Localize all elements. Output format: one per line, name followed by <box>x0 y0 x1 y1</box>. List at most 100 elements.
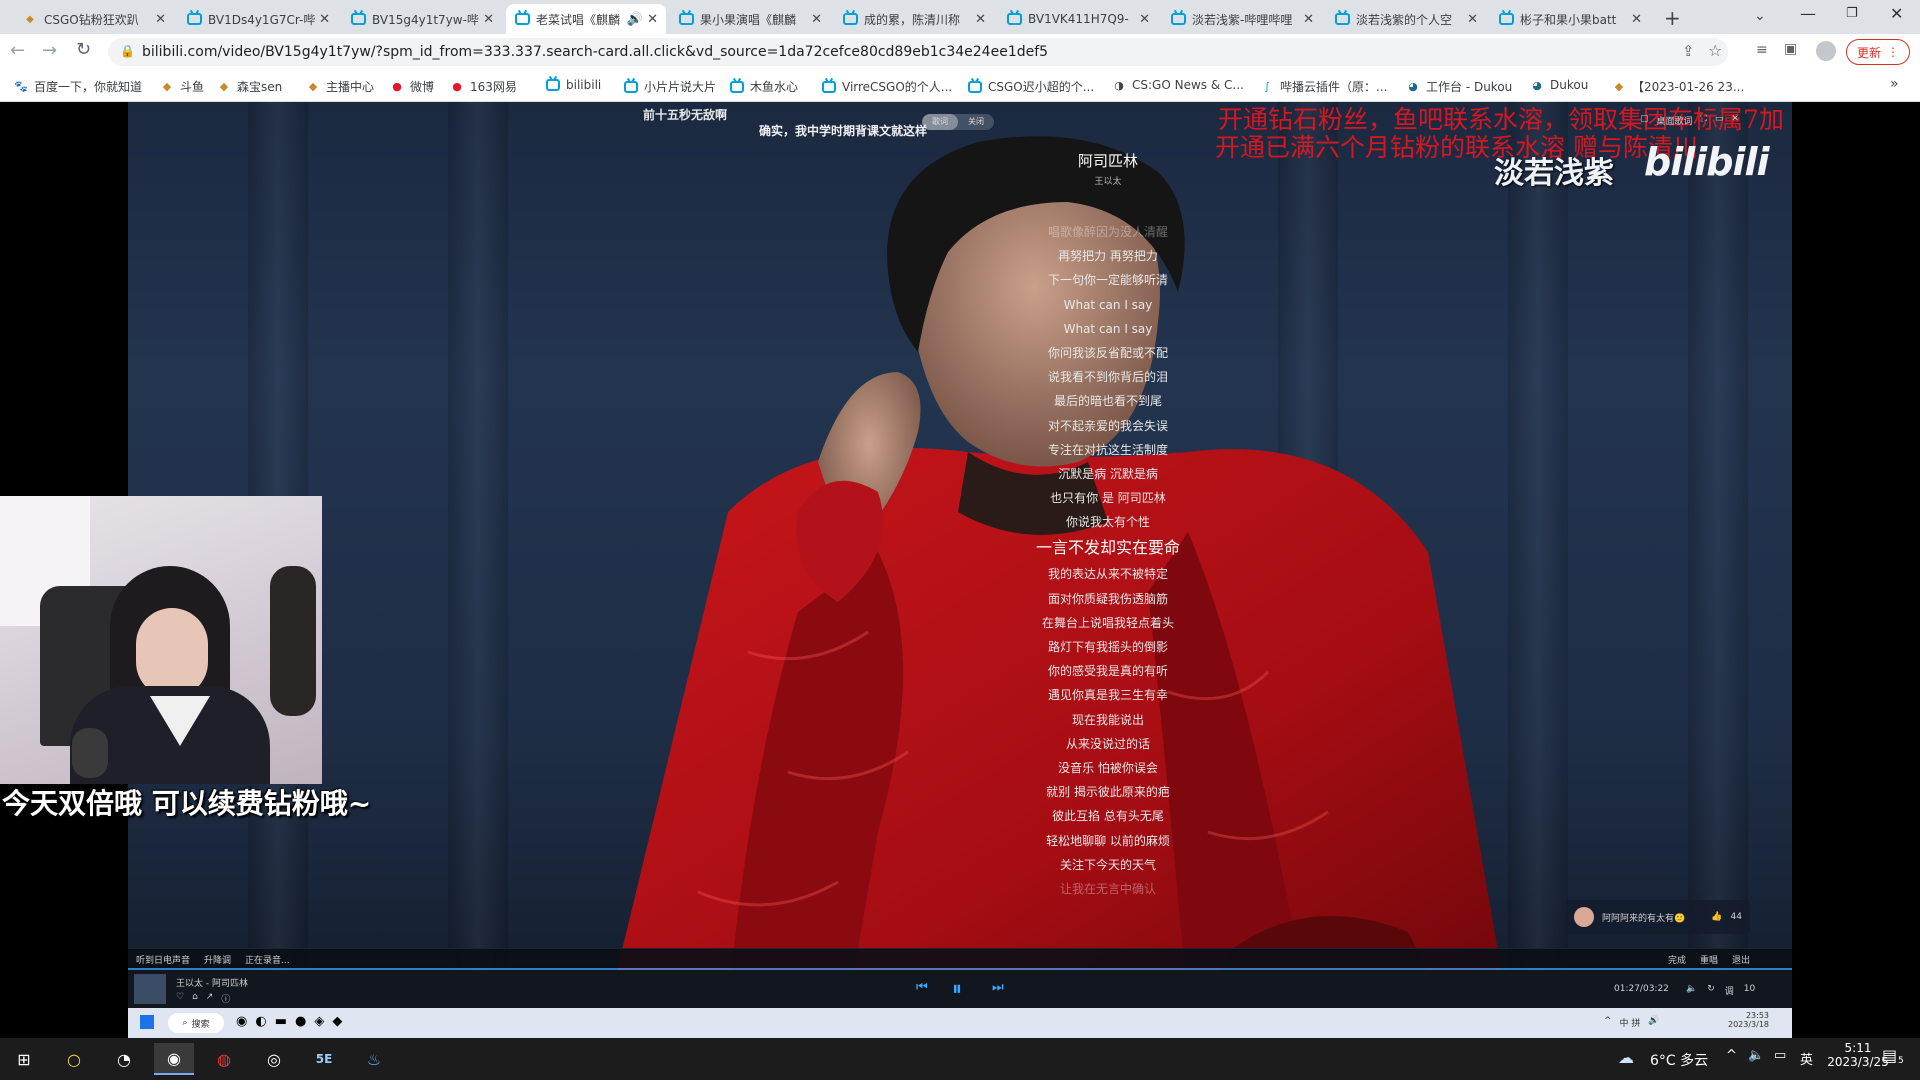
tab-6[interactable]: BV1VK411H7Q9- ✕ <box>998 4 1158 34</box>
inner-ime[interactable]: 中 拼 <box>1620 1016 1641 1029</box>
bookmark-item[interactable]: bilibili <box>546 78 601 92</box>
bookmark-item[interactable]: ◕ 工作台 - Dukou <box>1406 78 1512 95</box>
gaming-app-icon[interactable]: ◔ <box>104 1043 144 1075</box>
tab-5[interactable]: 成的累，陈清川称 ✕ <box>834 4 994 34</box>
bookmark-item[interactable]: 🐾 百度一下，你就知道 <box>14 78 142 95</box>
bottom-bar-right-item[interactable]: 完成 <box>1668 953 1686 966</box>
side-panel-icon[interactable]: ▣ <box>1784 41 1797 57</box>
bookmark-item[interactable]: ◆ 【2023-01-26 23... <box>1612 78 1745 95</box>
playlist-count[interactable]: 10 <box>1744 984 1755 997</box>
reload-icon[interactable]: ↻ <box>76 39 91 60</box>
bookmark-item[interactable]: ◕ Dukou <box>1530 78 1588 92</box>
folder-icon[interactable]: ⌂ <box>192 992 198 1005</box>
share-song-icon[interactable]: ↗ <box>206 992 214 1005</box>
obs-icon[interactable]: ◎ <box>254 1043 294 1075</box>
steam-icon[interactable]: ♨ <box>354 1043 394 1075</box>
bookmark-item[interactable]: 小片片说大片 <box>624 78 716 95</box>
tab-1[interactable]: BV1Ds4y1G7Cr-哔 ✕ <box>178 4 338 34</box>
tray-chevron-icon[interactable]: ^ <box>1726 1048 1737 1063</box>
netease-cloud-music-icon[interactable]: ◍ <box>204 1043 244 1075</box>
media-control-icon[interactable]: ≡ <box>1756 42 1768 58</box>
tab-4[interactable]: 果小果演唱《麒麟 ✕ <box>670 4 830 34</box>
close-window-icon[interactable]: ✕ <box>1890 4 1903 23</box>
bookmark-item[interactable]: CSGO迟小超的个... <box>968 78 1094 95</box>
next-track-icon[interactable]: ⏭ <box>992 980 1004 995</box>
tab-close-icon[interactable]: ✕ <box>975 12 986 27</box>
volume-icon[interactable]: 🔈 <box>1686 984 1697 997</box>
thumbs-up-icon[interactable]: 👍 <box>1711 912 1722 922</box>
previous-track-icon[interactable]: ⏮ <box>916 980 928 995</box>
cortana-icon[interactable]: ○ <box>54 1043 94 1075</box>
edge-icon[interactable]: ◐ <box>255 1014 266 1029</box>
ime-indicator[interactable]: 英 <box>1800 1049 1813 1068</box>
bookmark-item[interactable]: ◆ 斗鱼 <box>160 78 204 95</box>
lyric-mode-off[interactable]: 关闭 <box>958 114 994 130</box>
tab-close-icon[interactable]: ✕ <box>1467 12 1478 27</box>
netease-music-icon[interactable]: ● <box>295 1014 306 1029</box>
bookmark-item[interactable]: ∫ 哔播云插件（原：... <box>1260 78 1387 95</box>
bottom-bar-left-item[interactable]: 升降调 <box>204 953 231 966</box>
tab-close-icon[interactable]: ✕ <box>1631 12 1642 27</box>
tab-3[interactable]: 老菜试唱《麒麟 🔊 ✕ <box>506 4 666 34</box>
tab-close-icon[interactable]: ✕ <box>319 12 330 27</box>
weather-text[interactable]: 6°C 多云 <box>1650 1050 1708 1070</box>
bookmark-item[interactable]: VirreCSGO的个人... <box>822 78 952 95</box>
desktop-lyric-button[interactable]: 桌面歌词 <box>1657 114 1693 127</box>
bookmark-item[interactable]: ● 微博 <box>390 78 434 95</box>
inner-volume-icon[interactable]: 🔊 <box>1648 1016 1659 1029</box>
bookmark-item[interactable]: ◆ 森宝sen <box>217 78 282 95</box>
volume-tray-icon[interactable]: 🔈 <box>1748 1048 1764 1063</box>
info-icon[interactable]: ⓘ <box>221 992 230 1005</box>
pause-icon[interactable]: ⏸ <box>952 976 962 1000</box>
bookmark-item[interactable]: 木鱼水心 <box>730 78 798 95</box>
lyric-mode-on[interactable]: 歌词 <box>922 114 958 130</box>
tab-2[interactable]: BV15g4y1t7yw-哔 ✕ <box>342 4 502 34</box>
inner-start-icon[interactable] <box>140 1015 154 1029</box>
close-player-icon[interactable]: ✕ <box>1731 114 1739 127</box>
qq-icon[interactable]: ◈ <box>314 1014 324 1029</box>
bookmark-item[interactable]: ◑ CS:GO News & C... <box>1112 78 1244 92</box>
bottom-bar-left-item[interactable]: 听到日电声音 <box>136 953 190 966</box>
tab-7[interactable]: 淡若浅紫-哔哩哔哩 ✕ <box>1162 4 1322 34</box>
profile-avatar[interactable] <box>1816 41 1836 61</box>
network-icon[interactable]: ▭ <box>1774 1048 1786 1063</box>
tune-button[interactable]: 调 <box>1725 984 1734 997</box>
forward-icon[interactable]: → <box>42 40 57 61</box>
tab-close-icon[interactable]: ✕ <box>647 12 658 27</box>
notification-center-icon[interactable]: ▤ 5 <box>1882 1046 1914 1072</box>
weather-icon[interactable]: ☁ <box>1618 1048 1634 1067</box>
bookmark-item[interactable]: ◆ 主播中心 <box>306 78 374 95</box>
tab-search-icon[interactable]: ⌄ <box>1754 8 1766 24</box>
tab-close-icon[interactable]: ✕ <box>483 12 494 27</box>
share-icon[interactable]: ⇪ <box>1682 42 1695 60</box>
fullscreen-icon[interactable]: ⛶ <box>1701 114 1707 127</box>
update-button[interactable]: 更新 ⋮ <box>1846 39 1910 65</box>
tab-close-icon[interactable]: ✕ <box>1139 12 1150 27</box>
comment-bubble[interactable]: 阿阿阿来的有太有🙂 👍 44 <box>1566 900 1750 934</box>
tab-close-icon[interactable]: ✕ <box>1303 12 1314 27</box>
back-icon[interactable]: ← <box>10 40 25 61</box>
inner-search-box[interactable]: ⌕ 搜索 <box>168 1013 224 1033</box>
address-bar[interactable]: 🔒 bilibili.com/video/BV15g4y1t7yw/?spm_i… <box>108 38 1728 66</box>
restore-icon[interactable]: ❐ <box>1846 6 1858 21</box>
heart-icon[interactable]: ♡ <box>176 992 184 1005</box>
system-clock[interactable]: 5:11 2023/3/25 <box>1826 1041 1890 1069</box>
tab-8[interactable]: 淡若浅紫的个人空 ✕ <box>1326 4 1486 34</box>
loop-icon[interactable]: ↻ <box>1707 984 1715 997</box>
bottom-bar-right-item[interactable]: 重唱 <box>1700 953 1718 966</box>
window-icon[interactable]: ▢ <box>1640 114 1649 127</box>
minimize-icon[interactable]: — <box>1800 4 1816 23</box>
tab-close-icon[interactable]: ✕ <box>155 12 166 27</box>
bottom-bar-right-item[interactable]: 退出 <box>1732 953 1750 966</box>
5e-platform-icon[interactable]: 5E <box>304 1043 344 1075</box>
chrome-icon[interactable]: ◉ <box>236 1014 247 1029</box>
windows-start-icon[interactable]: ⊞ <box>4 1043 44 1075</box>
bookmarks-overflow-button[interactable]: » <box>1890 76 1899 92</box>
chrome-taskbar-icon[interactable]: ◉ <box>154 1043 194 1075</box>
tab-close-icon[interactable]: ✕ <box>811 12 822 27</box>
tab-0[interactable]: ◆ CSGO钻粉狂欢趴 ✕ <box>14 4 174 34</box>
new-tab-button[interactable]: + <box>1664 6 1681 30</box>
bookmark-star-icon[interactable]: ☆ <box>1708 41 1722 60</box>
tab-audio-icon[interactable]: 🔊 <box>627 12 643 27</box>
app-icon[interactable]: ◆ <box>332 1014 342 1029</box>
